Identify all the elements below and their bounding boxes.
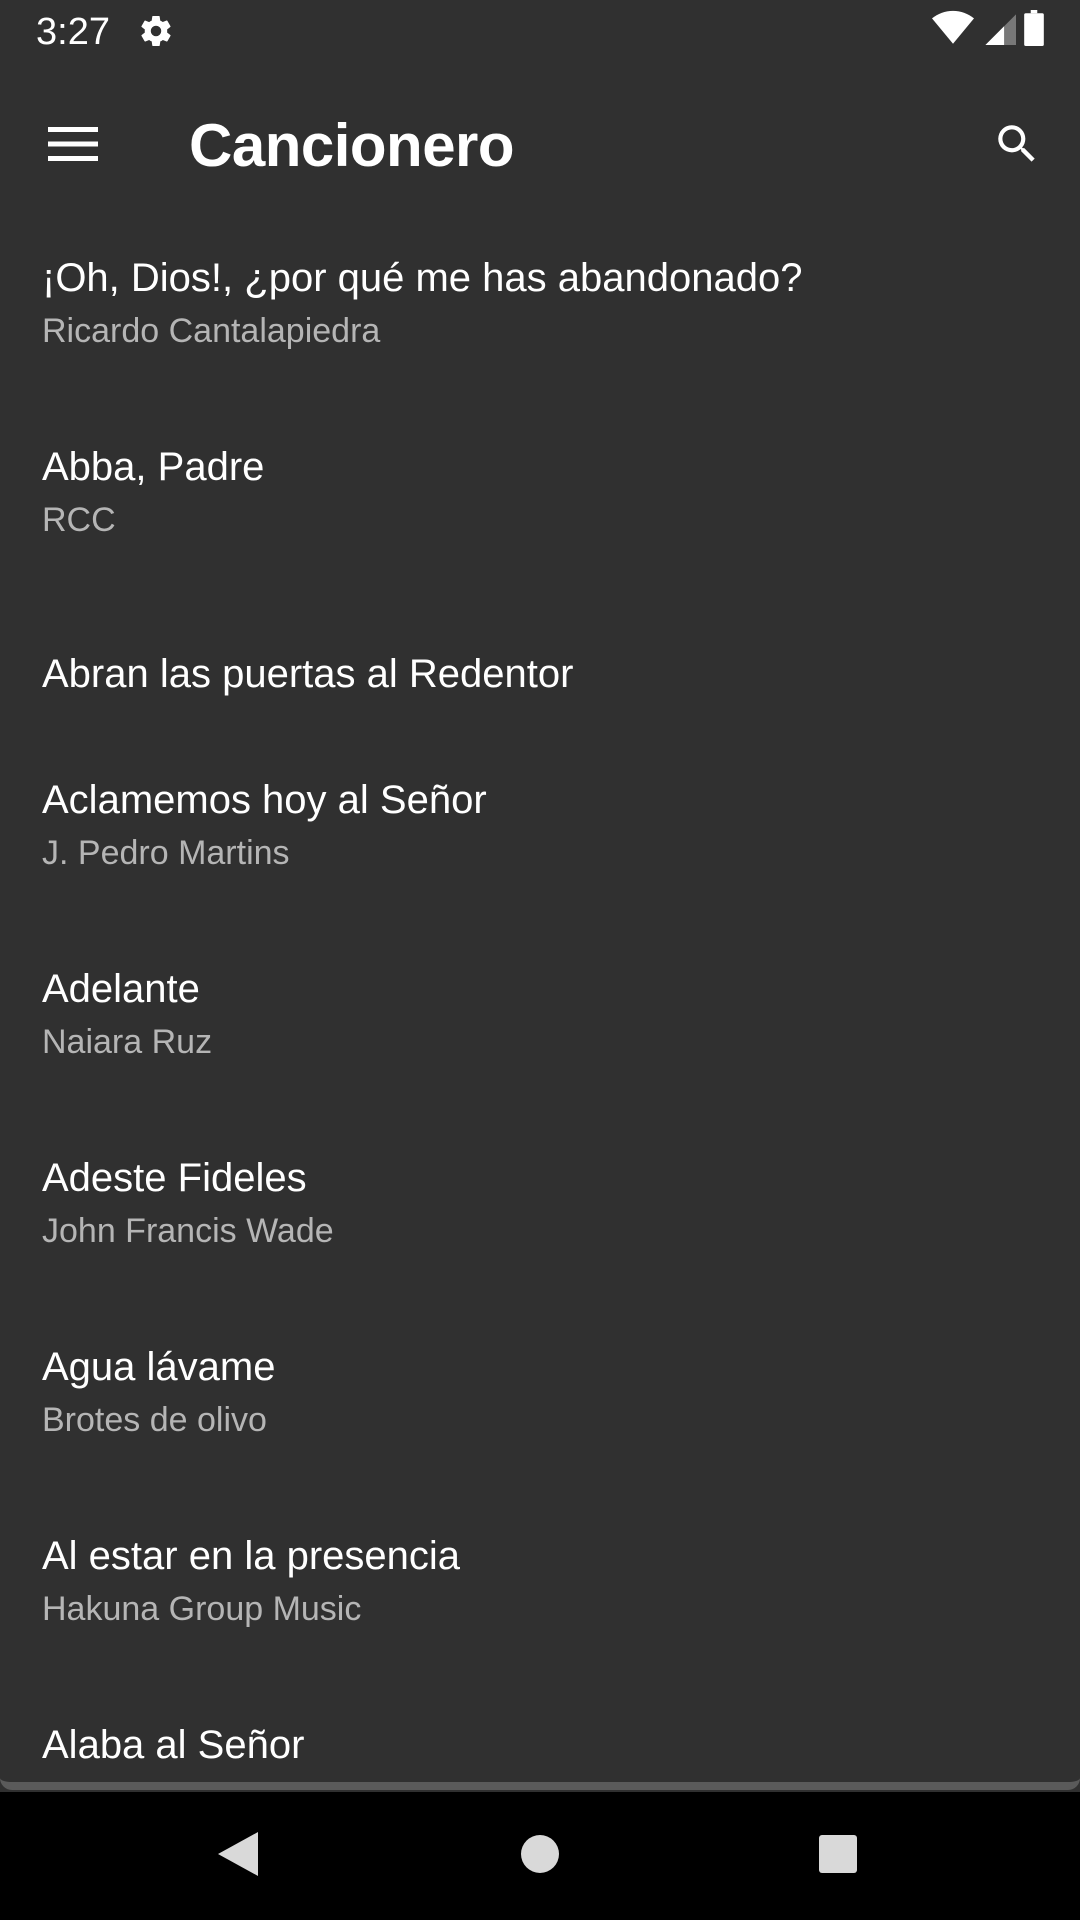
battery-icon [1024, 9, 1044, 51]
cell-signal-icon [982, 10, 1016, 51]
list-item[interactable]: Alaba al Señor [0, 1677, 1080, 1782]
status-icons [932, 9, 1044, 51]
song-author: RCC [42, 501, 116, 539]
song-author: John Francis Wade [42, 1212, 334, 1250]
list-item[interactable]: Agua lávame Brotes de olivo [0, 1299, 1080, 1488]
song-title: Abba, Padre [42, 445, 265, 489]
list-item[interactable]: Al estar en la presencia Hakuna Group Mu… [0, 1488, 1080, 1677]
app-bar: Cancionero [0, 63, 1080, 210]
list-item[interactable]: ¡Oh, Dios!, ¿por qué me has abandonado? … [0, 210, 1080, 399]
list-item[interactable]: Abran las puertas al Redentor [0, 588, 1080, 732]
back-button[interactable] [206, 1824, 270, 1888]
song-title: Agua lávame [42, 1345, 276, 1389]
back-triangle-icon [216, 1830, 260, 1883]
song-author: J. Pedro Martins [42, 834, 290, 872]
gear-icon [138, 13, 174, 49]
search-button[interactable] [974, 103, 1060, 189]
recents-button[interactable] [806, 1824, 870, 1888]
status-bar: 3:27 [0, 0, 1080, 63]
song-author: Brotes de olivo [42, 1401, 267, 1439]
home-circle-icon [520, 1834, 560, 1879]
home-button[interactable] [508, 1824, 572, 1888]
search-icon [992, 119, 1042, 174]
song-title: Aclamemos hoy al Señor [42, 778, 487, 822]
recents-square-icon [818, 1834, 858, 1879]
status-time: 3:27 [36, 11, 110, 53]
hamburger-menu-icon [48, 126, 98, 167]
wifi-icon [932, 10, 974, 51]
song-title: Adeste Fideles [42, 1156, 307, 1200]
list-item[interactable]: Aclamemos hoy al Señor J. Pedro Martins [0, 732, 1080, 921]
song-title: ¡Oh, Dios!, ¿por qué me has abandonado? [42, 256, 803, 300]
song-title: Alaba al Señor [42, 1723, 305, 1767]
song-author: Naiara Ruz [42, 1023, 213, 1061]
song-list[interactable]: ¡Oh, Dios!, ¿por qué me has abandonado? … [0, 210, 1080, 1790]
song-title: Adelante [42, 967, 200, 1011]
page-title: Cancionero [189, 112, 515, 179]
song-title: Al estar en la presencia [42, 1534, 461, 1578]
song-author: Hakuna Group Music [42, 1590, 362, 1628]
list-item[interactable]: Adeste Fideles John Francis Wade [0, 1110, 1080, 1299]
song-author: Ricardo Cantalapiedra [42, 312, 381, 350]
song-title: Abran las puertas al Redentor [42, 652, 574, 696]
system-nav-bar [0, 1792, 1080, 1920]
list-item[interactable]: Abba, Padre RCC [0, 399, 1080, 588]
list-item[interactable]: Adelante Naiara Ruz [0, 921, 1080, 1110]
menu-button[interactable] [30, 103, 116, 189]
